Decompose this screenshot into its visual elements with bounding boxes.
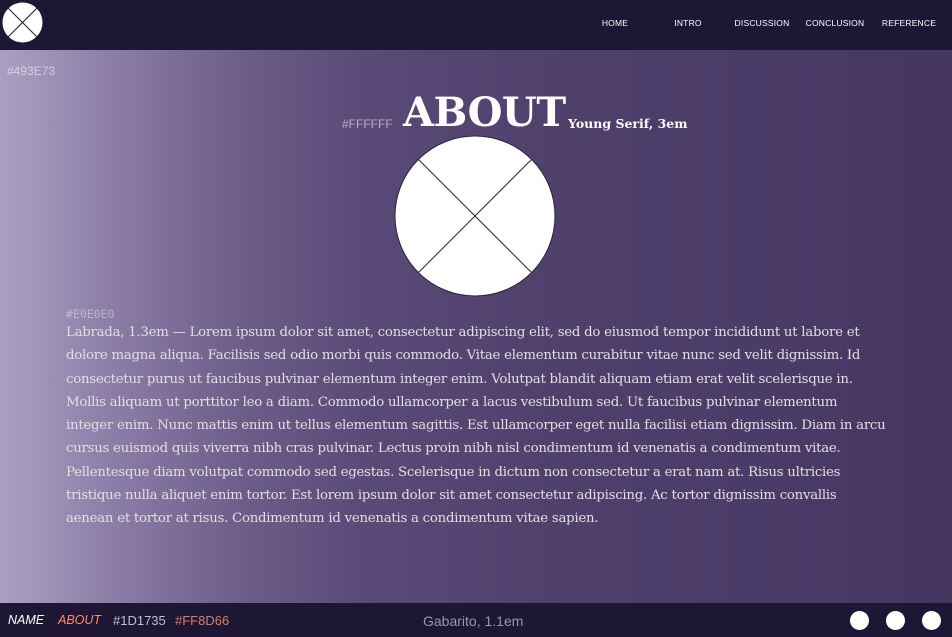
- background-color-note: #493E73: [7, 64, 56, 78]
- image-placeholder-icon: [394, 135, 556, 297]
- title-font-note: Young Serif, 3em: [568, 116, 688, 131]
- footer-font-note: Gabarito, 1.1em: [423, 613, 524, 629]
- social-circle-icon[interactable]: [886, 611, 905, 630]
- footer-color-note-accent: #FF8D66: [175, 613, 230, 628]
- page-title: ABOUT: [403, 89, 566, 136]
- main-content: #493E73 #FFFFFF ABOUT Young Serif, 3em #…: [0, 50, 952, 603]
- body-paragraph: Labrada, 1.3em — Lorem ipsum dolor sit a…: [66, 325, 886, 527]
- nav-home[interactable]: HOME: [602, 18, 628, 28]
- nav-conclusion[interactable]: CONCLUSION: [806, 18, 865, 28]
- nav-reference[interactable]: REFERENCE: [882, 18, 936, 28]
- nav-intro[interactable]: INTRO: [674, 18, 701, 28]
- logo-placeholder-icon[interactable]: [1, 1, 44, 44]
- title-color-note: #FFFFFF: [342, 117, 393, 131]
- footer-name-link[interactable]: NAME: [8, 613, 44, 627]
- footer-about-link[interactable]: ABOUT: [58, 613, 101, 627]
- footer-bar: NAME ABOUT #1D1735 #FF8D66 Gabarito, 1.1…: [0, 603, 952, 637]
- social-circle-icon[interactable]: [850, 611, 869, 630]
- body-color-note: #E0E0E0: [66, 307, 115, 321]
- social-circle-icon[interactable]: [922, 611, 941, 630]
- title-row: #FFFFFF ABOUT Young Serif, 3em: [0, 90, 952, 140]
- footer-color-note-primary: #1D1735: [113, 613, 166, 628]
- top-header: HOME INTRO DISCUSSION CONCLUSION REFEREN…: [0, 0, 952, 50]
- nav-discussion[interactable]: DISCUSSION: [735, 18, 790, 28]
